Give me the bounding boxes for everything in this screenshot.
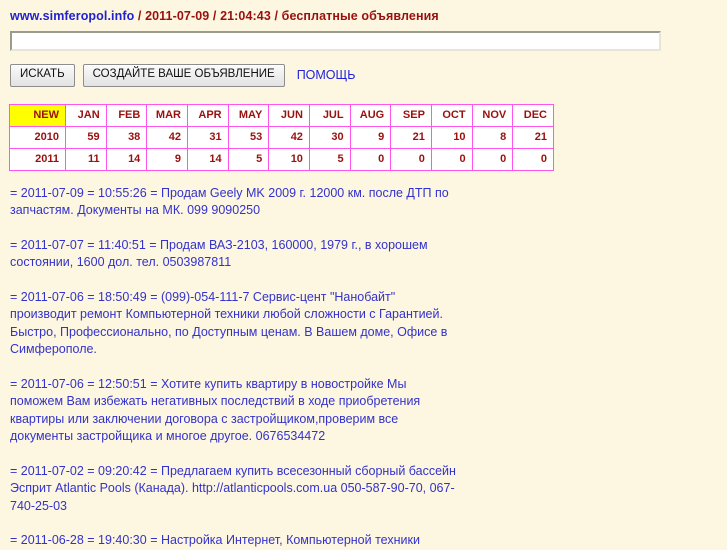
listing-date: 2011-07-02 <box>20 463 84 478</box>
listing-date: 2011-07-06 <box>20 376 84 391</box>
month-header-jan[interactable]: JAN <box>65 103 107 127</box>
year-label-2011: 2011 <box>9 147 66 171</box>
cell-2011-oct[interactable]: 0 <box>430 147 473 171</box>
table-row: 2010 59 38 42 31 53 42 30 9 21 10 8 21 <box>9 125 554 149</box>
cell-2010-sep[interactable]: 21 <box>390 125 432 149</box>
create-ad-button[interactable]: СОЗДАЙТЕ ВАШЕ ОБЪЯВЛЕНИЕ <box>82 64 285 87</box>
listing-date: 2011-07-09 <box>20 185 84 200</box>
site-brand[interactable]: www.simferopol.info <box>10 9 134 23</box>
header-time: 21:04:43 <box>220 9 271 23</box>
cell-2010-mar[interactable]: 42 <box>146 125 188 149</box>
month-header-sep[interactable]: SEP <box>390 103 432 127</box>
list-item[interactable]: = 2011-07-07 = 11:40:51 = Продам ВАЗ-210… <box>10 237 462 272</box>
listing-stamp: = 2011-07-07 = 11:40:51 = <box>10 237 161 252</box>
cell-2011-feb[interactable]: 14 <box>105 147 148 171</box>
cell-2010-apr[interactable]: 31 <box>186 125 229 149</box>
listing-time: 11:40:51 <box>98 237 146 252</box>
listing-time: 12:50:51 <box>98 376 147 391</box>
header-separator-3: / <box>270 9 282 23</box>
cell-2010-jul[interactable]: 30 <box>308 125 351 149</box>
cell-2011-jun[interactable]: 10 <box>268 147 310 171</box>
month-header-aug[interactable]: AUG <box>349 103 392 127</box>
search-row <box>0 23 727 51</box>
cell-2011-sep[interactable]: 0 <box>390 147 432 171</box>
month-header-jul[interactable]: JUL <box>308 103 351 127</box>
header-tagline: бесплатные объявления <box>281 9 439 23</box>
month-header-nov[interactable]: NOV <box>471 103 514 127</box>
cell-2010-may[interactable]: 53 <box>227 125 270 149</box>
list-item[interactable]: = 2011-06-28 = 19:40:30 = Настройка Инте… <box>10 532 462 550</box>
cell-2010-aug[interactable]: 9 <box>349 125 392 149</box>
listing-stamp: = 2011-07-06 = 12:50:51 = <box>10 376 161 391</box>
month-header-mar[interactable]: MAR <box>146 103 188 127</box>
month-header-oct[interactable]: OCT <box>430 103 473 127</box>
list-item[interactable]: = 2011-07-09 = 10:55:26 = Продам Geely M… <box>10 185 462 220</box>
stats-table-wrap: NEW JAN FEB MAR APR MAY JUN JUL AUG SEP … <box>0 87 727 171</box>
month-header-jun[interactable]: JUN <box>268 103 310 127</box>
listing-time: 09:20:42 <box>98 463 147 478</box>
stats-header-row: NEW JAN FEB MAR APR MAY JUN JUL AUG SEP … <box>9 103 554 127</box>
cell-2011-mar[interactable]: 9 <box>146 147 188 171</box>
listings: = 2011-07-09 = 10:55:26 = Продам Geely M… <box>0 171 727 550</box>
cell-2011-jan[interactable]: 11 <box>65 147 107 171</box>
cell-2010-jun[interactable]: 42 <box>268 125 310 149</box>
month-header-may[interactable]: MAY <box>227 103 270 127</box>
page-root: www.simferopol.info / 2011-07-09 / 21:04… <box>0 0 727 547</box>
search-button[interactable]: ИСКАТЬ <box>10 64 75 87</box>
header-date: 2011-07-09 <box>145 9 210 23</box>
listing-time: 10:55:26 <box>98 185 147 200</box>
listing-stamp: = 2011-07-06 = 18:50:49 = <box>10 289 161 304</box>
listing-stamp: = 2011-07-02 = 09:20:42 = <box>10 463 161 478</box>
cell-2010-dec[interactable]: 21 <box>512 125 554 149</box>
listing-date: 2011-07-06 <box>20 289 84 304</box>
stats-table-body: NEW JAN FEB MAR APR MAY JUN JUL AUG SEP … <box>9 103 554 171</box>
cell-2011-apr[interactable]: 14 <box>186 147 229 171</box>
month-header-dec[interactable]: DEC <box>512 103 554 127</box>
search-input[interactable] <box>10 31 661 51</box>
month-header-apr[interactable]: APR <box>186 103 229 127</box>
cell-2010-jan[interactable]: 59 <box>65 125 107 149</box>
list-item[interactable]: = 2011-07-06 = 18:50:49 = (099)-054-111-… <box>10 289 462 359</box>
cell-2011-may[interactable]: 5 <box>227 147 270 171</box>
site-header: www.simferopol.info / 2011-07-09 / 21:04… <box>0 0 727 23</box>
list-item[interactable]: = 2011-07-06 = 12:50:51 = Хотите купить … <box>10 376 462 446</box>
cell-2011-aug[interactable]: 0 <box>349 147 392 171</box>
toolbar: ИСКАТЬ СОЗДАЙТЕ ВАШЕ ОБЪЯВЛЕНИЕ ПОМОЩЬ <box>0 51 727 87</box>
cell-2010-nov[interactable]: 8 <box>471 125 514 149</box>
table-row: 2011 11 14 9 14 5 10 5 0 0 0 0 0 <box>9 147 554 171</box>
cell-2011-dec[interactable]: 0 <box>512 147 554 171</box>
list-item[interactable]: = 2011-07-02 = 09:20:42 = Предлагаем куп… <box>10 463 462 516</box>
cell-2010-oct[interactable]: 10 <box>430 125 473 149</box>
monthly-stats-table: NEW JAN FEB MAR APR MAY JUN JUL AUG SEP … <box>9 103 554 171</box>
year-label-2010: 2010 <box>9 125 66 149</box>
help-link[interactable]: ПОМОЩЬ <box>297 68 356 82</box>
new-cell[interactable]: NEW <box>9 103 66 127</box>
listing-time: 18:50:49 <box>98 289 147 304</box>
listing-date: 2011-07-07 <box>20 237 84 252</box>
header-separator-1: / <box>134 9 146 23</box>
cell-2011-nov[interactable]: 0 <box>471 147 514 171</box>
month-header-feb[interactable]: FEB <box>105 103 148 127</box>
cell-2010-feb[interactable]: 38 <box>105 125 148 149</box>
cell-2011-jul[interactable]: 5 <box>308 147 351 171</box>
header-separator-2: / <box>209 9 221 23</box>
listing-stamp: = 2011-07-09 = 10:55:26 = <box>10 185 161 200</box>
